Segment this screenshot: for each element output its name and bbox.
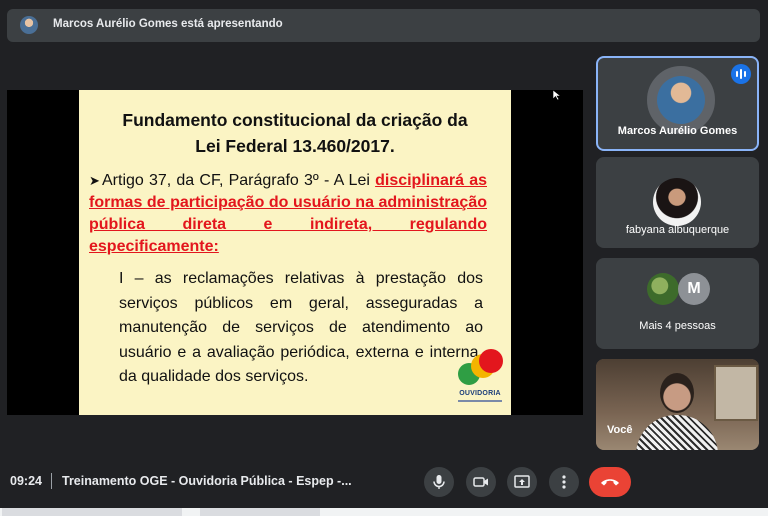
camera-button[interactable]: [466, 467, 496, 497]
more-options-button[interactable]: [549, 467, 579, 497]
self-view-person: [630, 371, 722, 450]
presenting-text: Marcos Aurélio Gomes está apresentando: [53, 18, 283, 30]
participant-avatar: [657, 76, 705, 124]
self-view-body: [636, 415, 718, 450]
participant-name: Marcos Aurélio Gomes: [617, 125, 738, 137]
microphone-button[interactable]: [424, 467, 454, 497]
camera-icon: [473, 477, 488, 487]
logo-text: OUVIDORIA: [459, 390, 501, 397]
slide-bullet: ➤ Artigo 37, da CF, Parágrafo 3º - A Lei …: [89, 170, 487, 258]
bar-divider: [51, 473, 52, 489]
presenting-banner[interactable]: Marcos Aurélio Gomes está apresentando: [7, 9, 760, 42]
presenter-avatar: [20, 16, 38, 34]
self-view-tile[interactable]: Você: [596, 359, 759, 450]
speaking-indicator-icon: [731, 64, 751, 84]
participant-tile-marcos[interactable]: Marcos Aurélio Gomes: [596, 56, 759, 151]
end-call-icon: [601, 479, 619, 486]
present-screen-button[interactable]: [507, 467, 537, 497]
arrow-bullet-icon: ➤: [89, 173, 100, 188]
meeting-clock: 09:24: [10, 474, 42, 488]
participant-tile-fabyana[interactable]: fabyana albuquerque: [596, 157, 759, 248]
logo-subline: [458, 400, 502, 402]
microphone-icon: [433, 475, 445, 489]
more-vert-icon: [562, 475, 566, 489]
window-bottom-strip: [0, 508, 768, 516]
end-call-button[interactable]: [589, 467, 631, 497]
slide-item-text: I – as reclamações relativas à prestação…: [119, 270, 483, 385]
presentation-stage[interactable]: Fundamento constitucional da criação da …: [7, 90, 583, 415]
bottom-control-bar: 09:24 Treinamento OGE - Ouvidoria Públic…: [0, 455, 768, 505]
participant-initial-avatar: M: [678, 273, 710, 305]
participant-avatar-ring: [647, 66, 715, 134]
bullet-text: Artigo 37, da CF, Parágrafo 3º - A Lei: [102, 172, 370, 189]
present-screen-icon: [514, 475, 530, 488]
meeting-title[interactable]: Treinamento OGE - Ouvidoria Pública - Es…: [62, 474, 352, 488]
slide-title-line-1: Fundamento constitucional da criação da: [122, 110, 468, 130]
more-people-label: Mais 4 pessoas: [639, 320, 716, 332]
participant-avatar: [653, 178, 701, 226]
slide-title: Fundamento constitucional da criação da …: [89, 107, 501, 159]
self-view-head: [660, 373, 694, 413]
mouse-cursor-icon: [553, 90, 561, 100]
participant-name: fabyana albuquerque: [625, 224, 730, 236]
participant-tile-more[interactable]: M Mais 4 pessoas: [596, 258, 759, 349]
slide-title-line-2: Lei Federal 13.460/2017.: [195, 136, 395, 156]
self-view-label: Você: [607, 424, 633, 436]
slide: Fundamento constitucional da criação da …: [79, 90, 511, 415]
participant-avatar: [647, 273, 679, 305]
ouvidoria-logo: OUVIDORIA: [455, 349, 505, 411]
